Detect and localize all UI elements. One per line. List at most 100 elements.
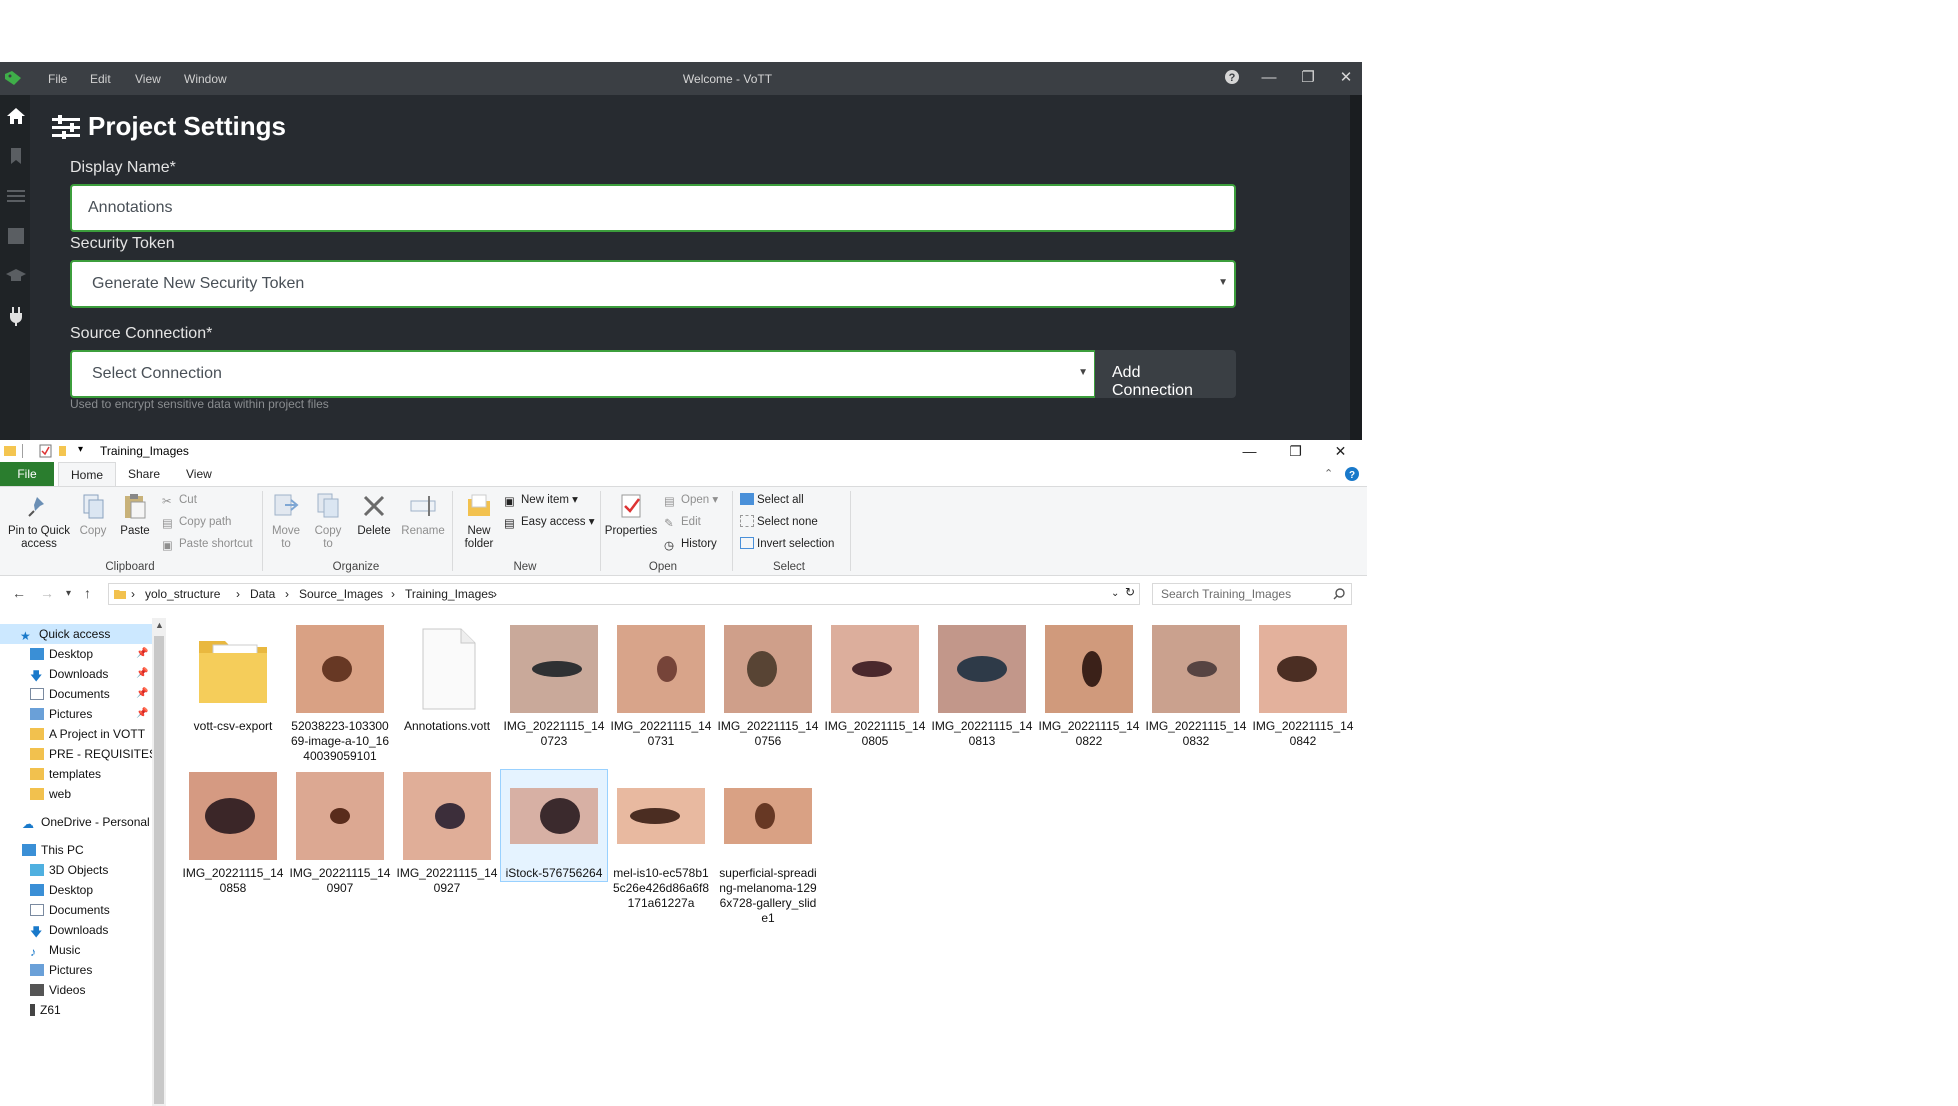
edit-button[interactable]: ✎ Edit xyxy=(664,513,701,531)
address-bar[interactable]: › yolo_structure › Data › Source_Images … xyxy=(108,583,1140,605)
nav-pre-requisites[interactable]: PRE - REQUISITES xyxy=(30,744,157,764)
new-folder-button[interactable]: New folder xyxy=(458,491,500,551)
restore-icon[interactable]: ❐ xyxy=(1273,440,1318,462)
file-item[interactable]: 52038223-10330069-image-a-10_16400390591… xyxy=(287,623,393,764)
close-icon[interactable]: ✕ xyxy=(1336,69,1356,87)
nav-pc-desktop[interactable]: Desktop xyxy=(30,880,93,900)
copy-button[interactable]: Copy xyxy=(76,491,110,538)
scroll-up-icon[interactable]: ▲ xyxy=(155,620,164,630)
scrollbar-thumb[interactable] xyxy=(154,636,164,1104)
paste-shortcut-button[interactable]: ▣ Paste shortcut xyxy=(162,535,253,553)
paste-button[interactable]: Paste xyxy=(118,491,152,538)
copy-path-button[interactable]: ▤ Copy path xyxy=(162,513,231,531)
nav-downloads[interactable]: 🡇 Downloads xyxy=(30,664,108,684)
breadcrumb-training-images[interactable]: Training_Images xyxy=(405,587,494,601)
collapse-ribbon-icon[interactable]: ⌃ xyxy=(1324,467,1333,480)
file-item[interactable]: IMG_20221115_140813 xyxy=(929,623,1035,749)
add-connection-button[interactable]: Add Connection xyxy=(1095,350,1236,399)
nav-pictures-label: Pictures xyxy=(49,707,93,721)
forward-arrow-icon[interactable]: → xyxy=(40,585,54,601)
select-all-button[interactable]: Select all xyxy=(740,491,804,509)
properties-button[interactable]: Properties xyxy=(604,491,658,538)
source-connection-select[interactable]: Select Connection ▼ xyxy=(70,350,1096,398)
move-to-button[interactable]: Move to xyxy=(268,491,304,551)
file-item[interactable]: IMG_20221115_140832 xyxy=(1143,623,1249,749)
breadcrumb-data[interactable]: Data xyxy=(250,587,275,601)
file-item[interactable]: IMG_20221115_140842 xyxy=(1250,623,1356,749)
address-dropdown-icon[interactable]: ⌄ xyxy=(1111,588,1119,599)
nav-z61[interactable]: Z61 xyxy=(30,1000,61,1020)
customize-toolbar-icon[interactable]: ▾ xyxy=(78,444,83,455)
help-icon[interactable]: ? xyxy=(1345,467,1359,481)
file-item[interactable]: IMG_20221115_140822 xyxy=(1036,623,1142,749)
refresh-icon[interactable]: ↻ xyxy=(1125,585,1135,599)
file-item[interactable]: IMG_20221115_140907 xyxy=(287,770,393,896)
file-item[interactable]: IMG_20221115_140927 xyxy=(394,770,500,896)
file-item[interactable]: iStock-576756264 xyxy=(500,769,608,882)
nav-documents[interactable]: Documents xyxy=(30,684,110,704)
new-item-button[interactable]: ▣ New item ▾ xyxy=(504,491,578,509)
nav-videos[interactable]: Videos xyxy=(30,980,85,1000)
tab-share[interactable]: Share xyxy=(116,462,172,486)
restore-icon[interactable]: ❐ xyxy=(1298,69,1318,87)
edit-icon[interactable] xyxy=(5,225,27,247)
file-item[interactable]: mel-is10-ec578b15c26e426d86a6f8171a61227… xyxy=(608,770,714,911)
navigation-scrollbar[interactable]: ▲ xyxy=(152,618,166,1106)
quick-access-toolbar-icon[interactable] xyxy=(4,444,66,458)
nav-templates[interactable]: templates xyxy=(30,764,101,784)
file-item[interactable]: superficial-spreading-melanoma-1296x728-… xyxy=(715,770,821,926)
search-input[interactable]: Search Training_Images xyxy=(1152,583,1352,605)
rename-button[interactable]: Rename xyxy=(400,491,446,538)
easy-access-button[interactable]: ▤ Easy access ▾ xyxy=(504,513,595,531)
nav-a-project-in-vott[interactable]: A Project in VOTT xyxy=(30,724,145,744)
minimize-icon[interactable]: — xyxy=(1227,440,1272,462)
security-token-select[interactable]: Generate New Security Token ▼ xyxy=(70,260,1236,308)
nav-pc-pictures[interactable]: Pictures xyxy=(30,960,92,980)
home-icon[interactable] xyxy=(5,105,27,127)
history-button[interactable]: ◷ History xyxy=(664,535,717,553)
nav-pc-documents[interactable]: Documents xyxy=(30,900,110,920)
tab-file[interactable]: File xyxy=(0,462,54,486)
breadcrumb-yolo-structure[interactable]: yolo_structure xyxy=(145,587,220,601)
vott-scrollbar[interactable] xyxy=(1350,95,1362,440)
file-name: IMG_20221115_140907 xyxy=(289,866,391,895)
copy-to-button[interactable]: Copy to xyxy=(310,491,346,551)
nav-web[interactable]: web xyxy=(30,784,71,804)
bookmark-icon[interactable] xyxy=(5,145,27,167)
file-item[interactable]: IMG_20221115_140805 xyxy=(822,623,928,749)
delete-button[interactable]: Delete xyxy=(356,491,392,538)
file-item[interactable]: Annotations.vott xyxy=(394,623,500,734)
plug-icon[interactable] xyxy=(5,305,27,327)
chevron-down-icon: ▼ xyxy=(1218,277,1228,288)
minimize-icon[interactable]: — xyxy=(1259,69,1279,87)
nav-3d-objects[interactable]: 3D Objects xyxy=(30,860,108,880)
pin-to-quick-access-button[interactable]: Pin to Quick access xyxy=(6,491,72,551)
open-button[interactable]: ▤ Open ▾ xyxy=(664,491,718,509)
back-arrow-icon[interactable]: ← xyxy=(12,585,26,601)
nav-music[interactable]: ♪ Music xyxy=(30,940,80,960)
nav-onedrive[interactable]: ☁ OneDrive - Personal xyxy=(22,812,150,832)
close-icon[interactable]: ✕ xyxy=(1318,440,1363,462)
file-item[interactable]: vott-csv-export xyxy=(180,623,286,734)
invert-selection-button[interactable]: Invert selection xyxy=(740,535,834,553)
cut-button[interactable]: ✂ Cut xyxy=(162,491,197,509)
graduation-cap-icon[interactable] xyxy=(5,265,27,287)
tab-view[interactable]: View xyxy=(174,462,224,486)
breadcrumb-source-images[interactable]: Source_Images xyxy=(299,587,383,601)
file-item[interactable]: IMG_20221115_140723 xyxy=(501,623,607,749)
nav-pictures[interactable]: Pictures xyxy=(30,704,92,724)
settings-sliders-icon[interactable] xyxy=(5,185,27,207)
nav-quick-access[interactable]: ★ Quick access xyxy=(0,624,152,644)
help-icon[interactable]: ? xyxy=(1222,69,1242,87)
select-none-button[interactable]: Select none xyxy=(740,513,818,531)
up-arrow-icon[interactable]: ↑ xyxy=(84,585,91,601)
tab-home[interactable]: Home xyxy=(58,462,117,486)
file-item[interactable]: IMG_20221115_140731 xyxy=(608,623,714,749)
file-item[interactable]: IMG_20221115_140756 xyxy=(715,623,821,749)
recent-locations-icon[interactable]: ▾ xyxy=(66,588,71,599)
file-item[interactable]: IMG_20221115_140858 xyxy=(180,770,286,896)
nav-desktop[interactable]: Desktop xyxy=(30,644,93,664)
nav-this-pc[interactable]: This PC xyxy=(22,840,84,860)
display-name-field[interactable]: Annotations xyxy=(70,184,1236,232)
nav-pc-downloads[interactable]: 🡇 Downloads xyxy=(30,920,108,940)
